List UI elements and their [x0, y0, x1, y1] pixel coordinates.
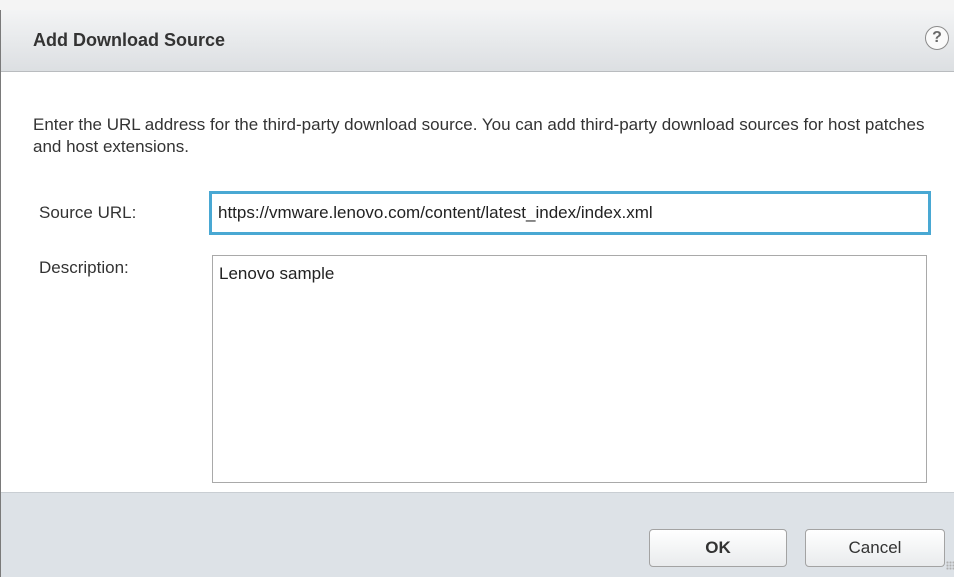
instructions-text: Enter the URL address for the third-part…	[33, 115, 925, 156]
dialog-title: Add Download Source	[33, 30, 226, 50]
cancel-button[interactable]: Cancel	[805, 529, 945, 567]
description-textarea[interactable]: Lenovo sample	[212, 255, 927, 483]
dialog-footer: OK Cancel	[1, 492, 954, 577]
help-icon[interactable]: ?	[925, 26, 949, 50]
source-url-input[interactable]	[209, 191, 931, 235]
background-window-strip	[0, 0, 954, 10]
resize-grip-handle[interactable]	[946, 561, 954, 570]
description-label: Description:	[39, 258, 129, 277]
dialog-title-bar: Add Download Source ?	[1, 10, 954, 72]
ok-button[interactable]: OK	[649, 529, 787, 567]
add-download-source-dialog: Add Download Source ? Enter the URL addr…	[0, 10, 954, 577]
source-url-label: Source URL:	[39, 203, 137, 222]
